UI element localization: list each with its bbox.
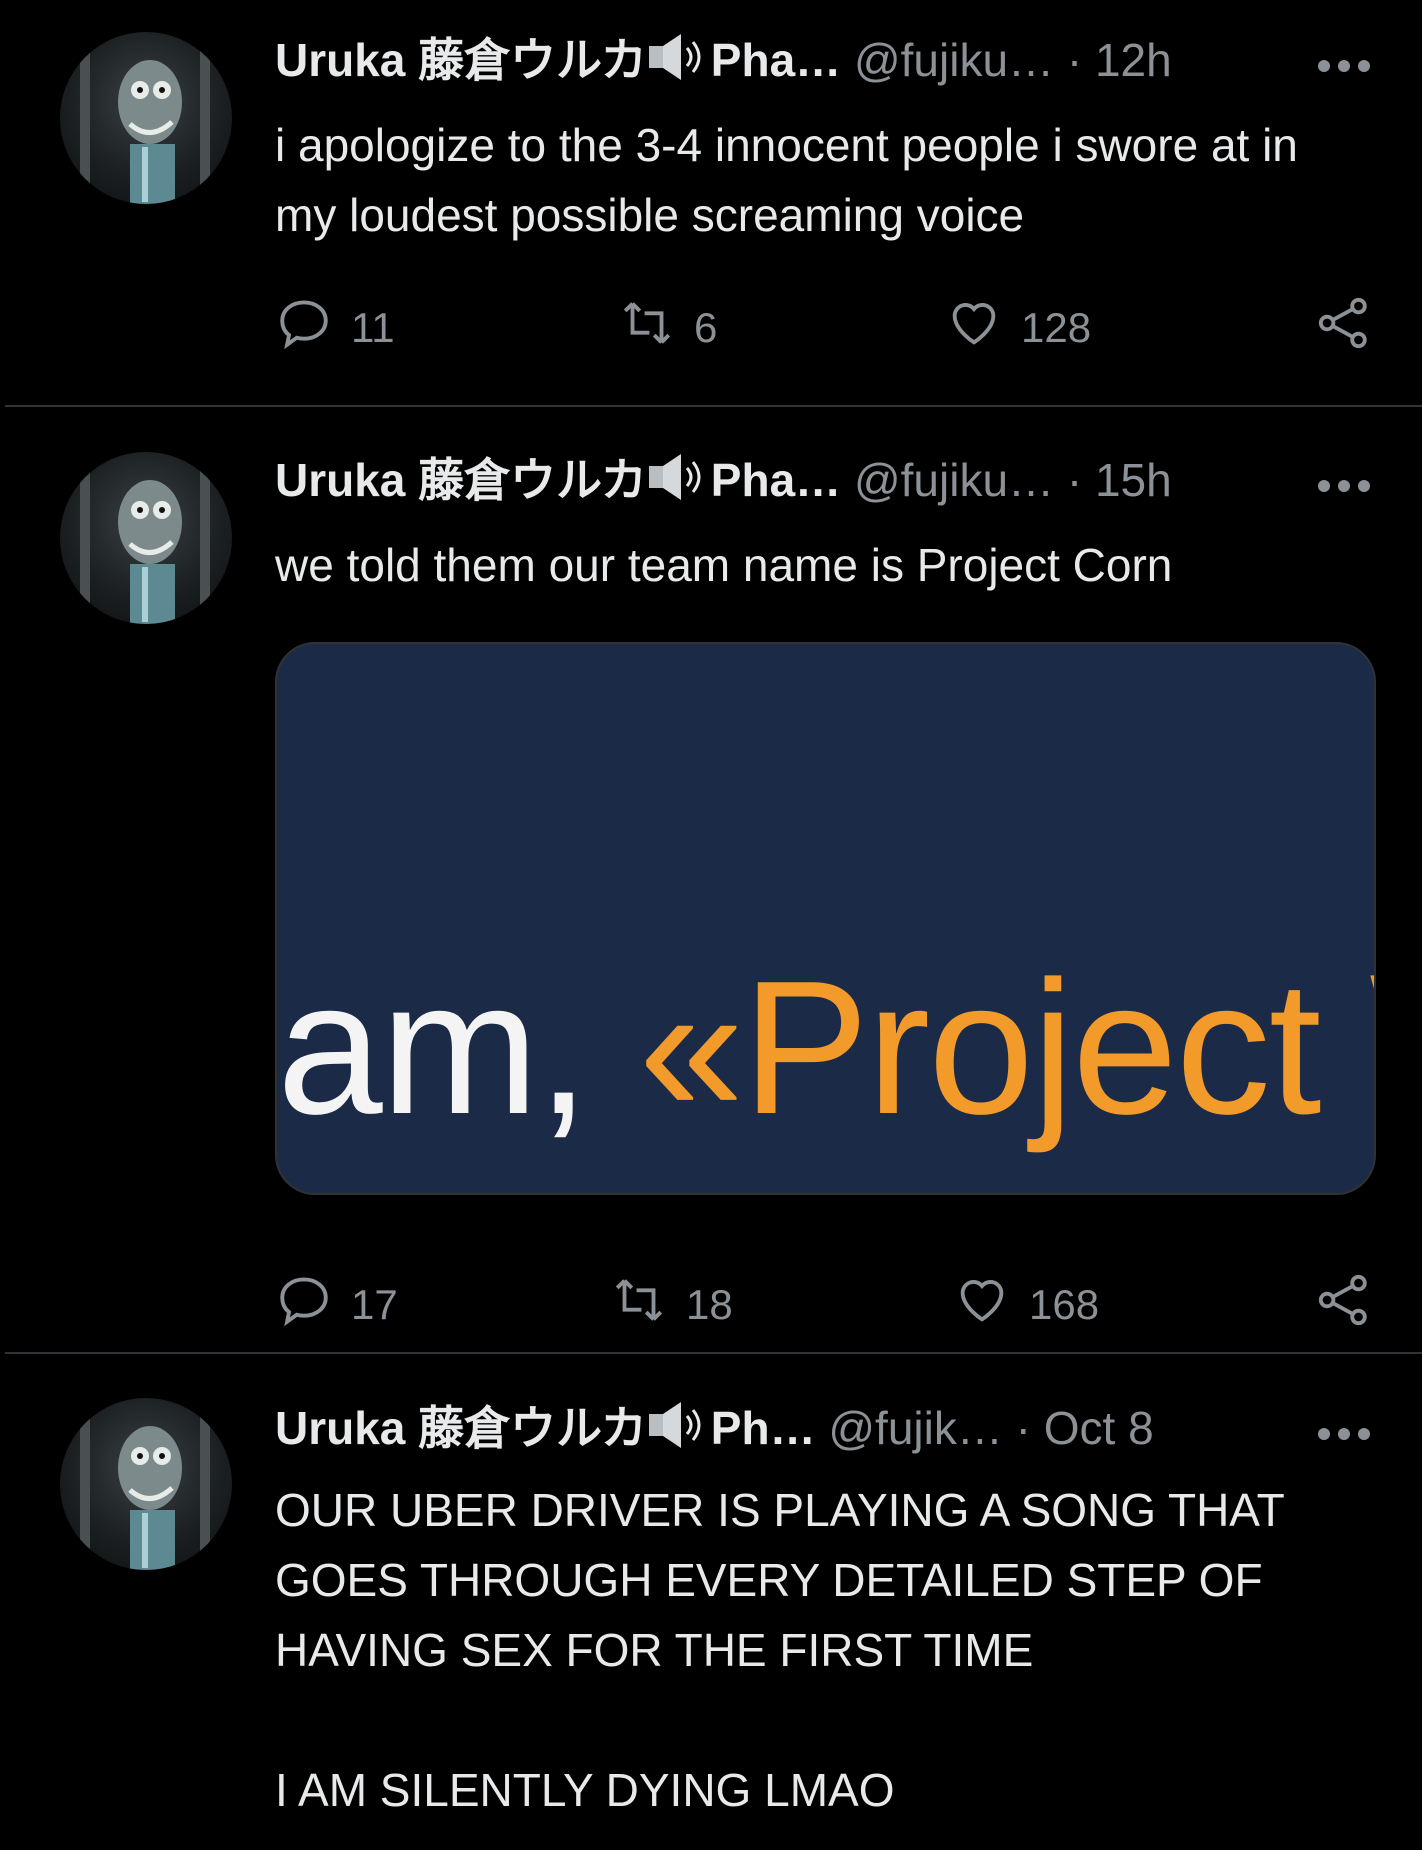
- avatar-image: [80, 1408, 210, 1570]
- avatar[interactable]: [60, 452, 232, 624]
- tweet-header: Uruka 藤倉ウルカ Pha… @fujiku… · 12h: [275, 32, 1172, 94]
- retweet-button[interactable]: 18: [610, 1275, 733, 1335]
- reply-button[interactable]: 17: [275, 1275, 398, 1335]
- tweet-text: we told them our team name is Project Co…: [275, 539, 1173, 591]
- share-icon: [1315, 294, 1373, 362]
- speaker-icon: [647, 32, 711, 94]
- like-button[interactable]: 168: [953, 1275, 1099, 1335]
- avatar-image: [80, 42, 210, 204]
- tweet-text: i apologize to the 3-4 innocent people i…: [275, 119, 1311, 241]
- handle[interactable]: @fujiku…: [854, 34, 1054, 86]
- handle[interactable]: @fujik…: [828, 1402, 1003, 1454]
- share-icon: [1315, 1271, 1373, 1339]
- reply-icon: [275, 294, 333, 362]
- tweet-actions: 17 18 168: [275, 1274, 1375, 1335]
- more-options-icon[interactable]: [1316, 478, 1372, 494]
- tweet-header: Uruka 藤倉ウルカ Ph… @fujik… · Oct 8: [275, 1400, 1154, 1462]
- like-button[interactable]: 128: [945, 298, 1091, 358]
- separator: ·: [1015, 1402, 1031, 1454]
- timestamp[interactable]: 12h: [1095, 34, 1172, 86]
- reply-icon: [275, 1271, 333, 1339]
- like-count: 168: [1029, 1281, 1100, 1328]
- handle[interactable]: @fujiku…: [854, 454, 1054, 506]
- tweet-header: Uruka 藤倉ウルカ Pha… @fujiku… · 15h: [275, 452, 1172, 514]
- display-name-suffix[interactable]: Pha…: [711, 34, 841, 86]
- retweet-button[interactable]: 6: [618, 298, 717, 358]
- display-name[interactable]: Uruka 藤倉ウルカ: [275, 34, 647, 86]
- speaker-icon: [647, 452, 711, 514]
- retweet-count: 18: [686, 1281, 733, 1328]
- avatar-image: [80, 462, 210, 624]
- media-text-white: am,: [277, 942, 639, 1154]
- retweet-icon: [618, 294, 676, 362]
- display-name[interactable]: Uruka 藤倉ウルカ: [275, 1402, 647, 1454]
- tweet-media-image[interactable]: am, «Project \: [275, 642, 1376, 1195]
- display-name-suffix[interactable]: Ph…: [711, 1402, 816, 1454]
- divider: [5, 405, 1422, 407]
- display-name-suffix[interactable]: Pha…: [711, 454, 841, 506]
- media-text-orange: «Project \: [638, 942, 1376, 1154]
- more-options-icon[interactable]: [1316, 1426, 1372, 1442]
- speaker-icon: [647, 1400, 711, 1462]
- media-caption: am, «Project \: [277, 939, 1376, 1157]
- heart-icon: [945, 294, 1003, 362]
- tweet-text: OUR UBER DRIVER IS PLAYING A SONG THAT G…: [275, 1484, 1284, 1816]
- like-count: 128: [1021, 304, 1092, 351]
- avatar[interactable]: [60, 32, 232, 204]
- avatar[interactable]: [60, 1398, 232, 1570]
- separator: ·: [1066, 454, 1083, 506]
- share-button[interactable]: [1315, 297, 1373, 358]
- tweet-actions: 11 6 128: [275, 297, 1375, 358]
- heart-icon: [953, 1271, 1011, 1339]
- reply-count: 11: [351, 304, 395, 351]
- retweet-count: 6: [694, 304, 718, 351]
- share-button[interactable]: [1315, 1274, 1373, 1335]
- retweet-icon: [610, 1271, 668, 1339]
- reply-button[interactable]: 11: [275, 298, 395, 358]
- reply-count: 17: [351, 1281, 398, 1328]
- timestamp[interactable]: 15h: [1095, 454, 1172, 506]
- display-name[interactable]: Uruka 藤倉ウルカ: [275, 454, 647, 506]
- more-options-icon[interactable]: [1316, 58, 1372, 74]
- timestamp[interactable]: Oct 8: [1044, 1402, 1154, 1454]
- separator: ·: [1066, 34, 1083, 86]
- divider: [5, 1352, 1422, 1354]
